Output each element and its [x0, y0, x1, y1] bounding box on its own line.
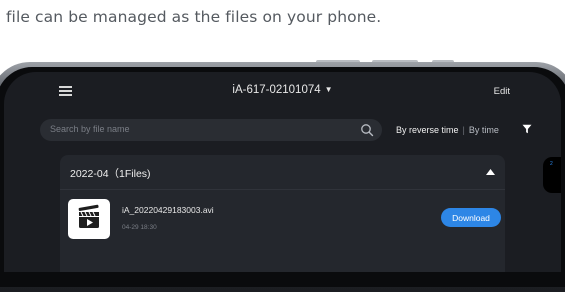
group-title[interactable]: 2022-04（1Files)	[70, 166, 151, 181]
device-selector[interactable]: iA-617-02101074 ▼	[4, 84, 561, 96]
scroll-indicator-label: 2	[550, 161, 553, 167]
file-name: iA_20220429183003.avi	[122, 205, 214, 215]
video-file-icon	[68, 199, 110, 239]
sort-by-time[interactable]: By time	[469, 125, 499, 135]
sort-options: By reverse time | By time	[396, 125, 499, 135]
caret-down-icon: ▼	[324, 85, 333, 94]
collapse-arrow-icon[interactable]	[486, 169, 495, 175]
device-title: iA-617-02101074	[232, 84, 321, 96]
download-button[interactable]: Download	[441, 208, 501, 227]
sort-divider: |	[462, 125, 465, 135]
page-caption: file can be managed as the files on your…	[6, 8, 382, 26]
search-placeholder: Search by file name	[50, 124, 130, 134]
filter-icon[interactable]	[522, 124, 532, 134]
edit-button[interactable]: Edit	[494, 86, 510, 97]
file-timestamp: 04-29 18:30	[122, 224, 157, 231]
file-group: 2022-04（1Files) iA_20220429183003.avi 04…	[60, 155, 505, 272]
group-divider	[60, 189, 505, 190]
phone-screen: iA-617-02101074 ▼ Edit Search by file nam…	[4, 72, 561, 272]
sort-reverse-time[interactable]: By reverse time	[396, 125, 459, 135]
search-input[interactable]: Search by file name	[40, 119, 382, 141]
scroll-indicator[interactable]: 2	[543, 157, 561, 193]
search-icon[interactable]	[360, 123, 374, 137]
